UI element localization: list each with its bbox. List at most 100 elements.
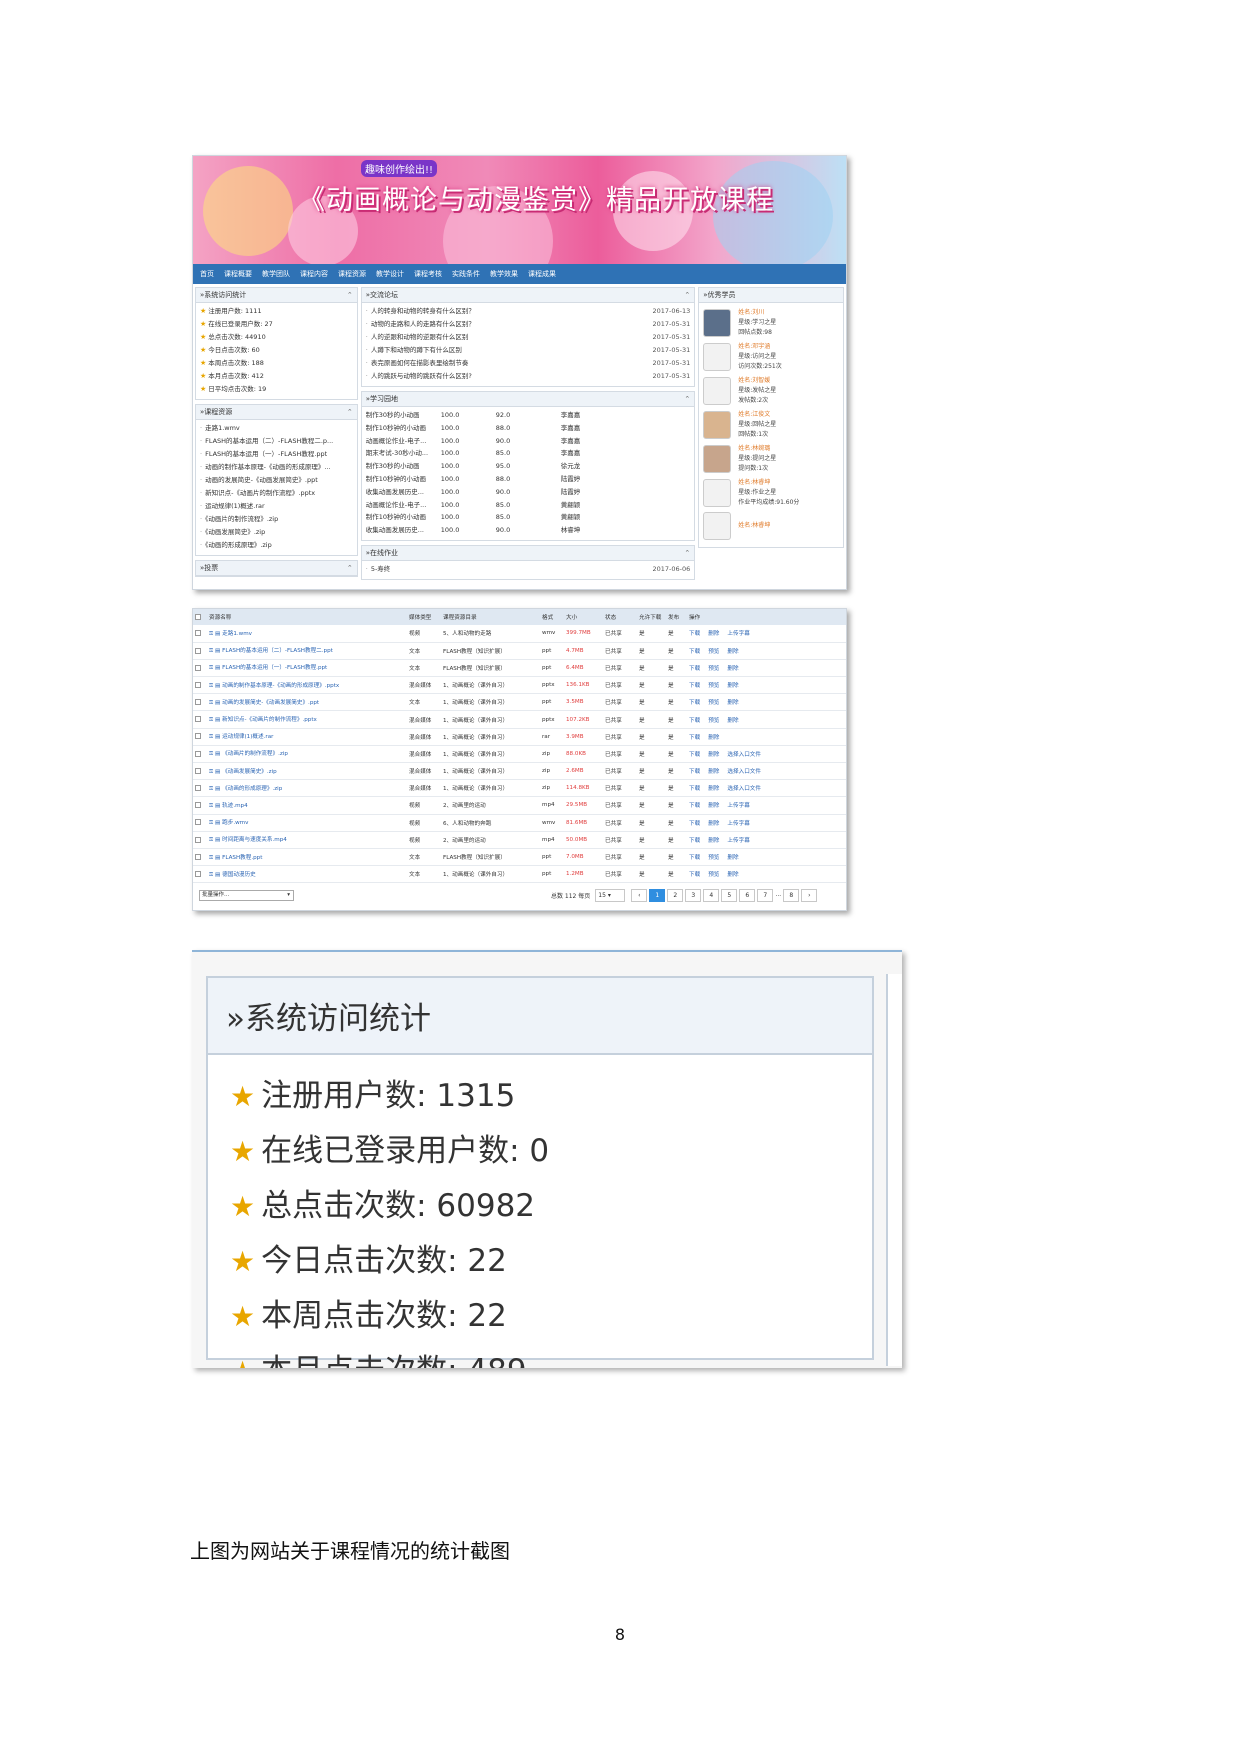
nav-item[interactable]: 课程资源 <box>338 269 366 279</box>
action-link[interactable]: 下载 <box>689 752 700 758</box>
nav-item[interactable]: 首页 <box>200 269 214 279</box>
action-link[interactable]: 删除 <box>708 631 719 637</box>
study-row[interactable]: 制作10秒钟的小动画 100.0 88.0 李嘉嘉 <box>366 422 690 435</box>
page-button[interactable]: 7 <box>757 889 774 903</box>
action-link[interactable]: 下载 <box>689 700 700 706</box>
nav-item[interactable]: 教学团队 <box>262 269 290 279</box>
checkbox-icon[interactable] <box>195 647 201 654</box>
resource-link[interactable]: · 动画的制作基本原理-《动画的形成原理》... <box>200 461 353 474</box>
resource-name[interactable]: ⚿ ▤ 新知识点-《动画片的制作流程》.pptx <box>207 710 407 729</box>
page-button[interactable]: 6 <box>739 889 756 903</box>
action-link[interactable]: 选择入口文件 <box>727 786 761 792</box>
resource-name-text[interactable]: FLASH教程.ppt <box>222 855 262 861</box>
action-link[interactable]: 下载 <box>689 872 700 878</box>
action-link[interactable]: 预览 <box>708 855 719 861</box>
resource-name[interactable]: ⚿ ▤ 轨迹.mp4 <box>207 796 407 815</box>
study-row[interactable]: 收集动画发展历史... 100.0 90.0 林睿坤 <box>366 524 690 537</box>
action-link[interactable]: 下载 <box>689 649 700 655</box>
member-card[interactable]: 姓名:林睿坤 星级:作业之星 作业平均成绩:91.60分 <box>703 478 839 508</box>
resource-link[interactable]: · 走路1.wmv <box>200 422 353 435</box>
resource-link[interactable]: · FLASH的基本运用（二）-FLASH教程二.p... <box>200 435 353 448</box>
action-link[interactable]: 删除 <box>708 803 719 809</box>
action-link[interactable]: 下载 <box>689 786 700 792</box>
action-link[interactable]: 删除 <box>708 786 719 792</box>
resource-name[interactable]: ⚿ ▤ 动画的发展简史-《动画发展简史》.ppt <box>207 693 407 712</box>
study-row[interactable]: 制作30秒的小动画 100.0 95.0 徐元龙 <box>366 460 690 473</box>
checkbox-icon[interactable] <box>195 733 201 740</box>
checkbox-icon[interactable] <box>195 785 201 792</box>
member-card[interactable]: 姓名:江俊文 星级:回帖之星 回帖数:1次 <box>703 410 839 440</box>
row-checkbox[interactable] <box>193 848 207 867</box>
nav-item[interactable]: 课程内容 <box>300 269 328 279</box>
study-row[interactable]: 制作30秒的小动画 100.0 92.0 李嘉嘉 <box>366 409 690 422</box>
action-link[interactable]: 删除 <box>727 649 738 655</box>
page-button[interactable]: 3 <box>685 889 702 903</box>
checkbox-icon[interactable] <box>195 870 201 877</box>
action-link[interactable]: 删除 <box>708 735 719 741</box>
resource-link[interactable]: · 《动画发展简史》.zip <box>200 526 353 539</box>
action-link[interactable]: 选择入口文件 <box>727 752 761 758</box>
checkbox-icon[interactable] <box>195 802 201 809</box>
resource-name[interactable]: ⚿ ▤ 动画的制作基本原理-《动画的形成原理》.pptx <box>207 676 407 695</box>
checkbox-icon[interactable] <box>195 681 201 688</box>
resource-name-text[interactable]: 走路1.wmv <box>222 631 252 637</box>
resource-link[interactable]: · 动画的发展简史-《动画发展简史》.ppt <box>200 474 353 487</box>
row-checkbox[interactable] <box>193 745 207 764</box>
nav-item[interactable]: 实践条件 <box>452 269 480 279</box>
page-button[interactable]: 4 <box>703 889 720 903</box>
member-card[interactable]: 姓名:邓宇涵 星级:访问之星 访问次数:251次 <box>703 342 839 372</box>
row-checkbox[interactable] <box>193 865 207 884</box>
forum-topic[interactable]: · 动物的走路和人的走路有什么区别？ 2017-05-31 <box>366 318 690 331</box>
collapse-icon[interactable]: ⌃ <box>684 392 690 406</box>
resource-name-text[interactable]: 运动规律(1)概述.rar <box>222 734 273 740</box>
checkbox-icon[interactable] <box>195 853 201 860</box>
resource-name[interactable]: ⚿ ▤ 德国动漫历史 <box>207 865 407 884</box>
resource-link[interactable]: · FLASH的基本运用（一）-FLASH教程.ppt <box>200 448 353 461</box>
row-checkbox[interactable] <box>193 779 207 798</box>
action-link[interactable]: 下载 <box>689 855 700 861</box>
checkbox-icon[interactable] <box>195 767 201 774</box>
resource-name-text[interactable]: 动画的发展简史-《动画发展简史》.ppt <box>222 700 319 706</box>
resource-name-text[interactable]: 《动画的形成原理》.zip <box>222 786 282 792</box>
nav-item[interactable]: 课程成果 <box>528 269 556 279</box>
resource-name[interactable]: ⚿ ▤ FLASH的基本运用（二）-FLASH教程二.ppt <box>207 642 407 660</box>
resource-name-text[interactable]: FLASH的基本运用（二）-FLASH教程二.ppt <box>222 648 333 654</box>
resource-name[interactable]: ⚿ ▤ 《动画发展简史》.zip <box>207 762 407 781</box>
resource-name-text[interactable]: FLASH的基本运用（一）-FLASH教程.ppt <box>222 665 327 671</box>
action-link[interactable]: 下载 <box>689 803 700 809</box>
action-link[interactable]: 下载 <box>689 631 700 637</box>
row-checkbox[interactable] <box>193 762 207 781</box>
collapse-icon[interactable]: ⌃ <box>347 405 353 419</box>
checkbox-icon[interactable] <box>195 630 201 637</box>
resource-link[interactable]: · 运动规律(1)概述.rar <box>200 500 353 513</box>
action-link[interactable]: 选择入口文件 <box>727 769 761 775</box>
study-row[interactable]: 期末考试-30秒小动... 100.0 85.0 李嘉嘉 <box>366 447 690 460</box>
per-page-select[interactable]: 15 ▾ <box>595 889 626 903</box>
action-link[interactable]: 下载 <box>689 735 700 741</box>
forum-topic[interactable]: · 人蹲下和动物的蹲下有什么区别 2017-05-31 <box>366 344 690 357</box>
action-link[interactable]: 预览 <box>708 700 719 706</box>
action-link[interactable]: 预览 <box>708 718 719 724</box>
action-link[interactable]: 下载 <box>689 683 700 689</box>
forum-topic[interactable]: · 人的转身和动物的转身有什么区别？ 2017-06-13 <box>366 305 690 318</box>
collapse-icon[interactable]: ⌃ <box>347 561 353 575</box>
action-link[interactable]: 删除 <box>708 769 719 775</box>
member-card[interactable]: 姓名:林婉璐 星级:提问之星 提问数:1次 <box>703 444 839 474</box>
forum-topic[interactable]: · 人的逆跟和动物的逆跟有什么区别 2017-05-31 <box>366 331 690 344</box>
study-row[interactable]: 动画概论作业-电子... 100.0 85.0 黄翩颖 <box>366 499 690 512</box>
row-checkbox[interactable] <box>193 814 207 832</box>
member-card[interactable]: 姓名:刘智媛 星级:发帖之星 发帖数:2次 <box>703 376 839 406</box>
study-row[interactable]: 制作10秒钟的小动画 100.0 88.0 陆霞婷 <box>366 473 690 486</box>
checkbox-icon[interactable] <box>195 716 201 723</box>
checkbox-icon[interactable] <box>195 613 201 620</box>
page-button[interactable]: 8 <box>783 889 800 903</box>
resource-name[interactable]: ⚿ ▤ 走路1.wmv <box>207 625 407 643</box>
resource-name-text[interactable]: 轨迹.mp4 <box>222 803 248 809</box>
page-button[interactable]: 2 <box>667 889 684 903</box>
resource-name-text[interactable]: 《动画发展简史》.zip <box>222 769 277 775</box>
page-button[interactable]: 5 <box>721 889 738 903</box>
checkbox-icon[interactable] <box>195 836 201 843</box>
member-card[interactable]: 姓名:刘川 星级:学习之星 回帖点数:98 <box>703 308 839 338</box>
resource-link[interactable]: · 《动画片的制作流程》.zip <box>200 513 353 526</box>
batch-select[interactable]: 批量操作... ▾ <box>199 889 294 901</box>
